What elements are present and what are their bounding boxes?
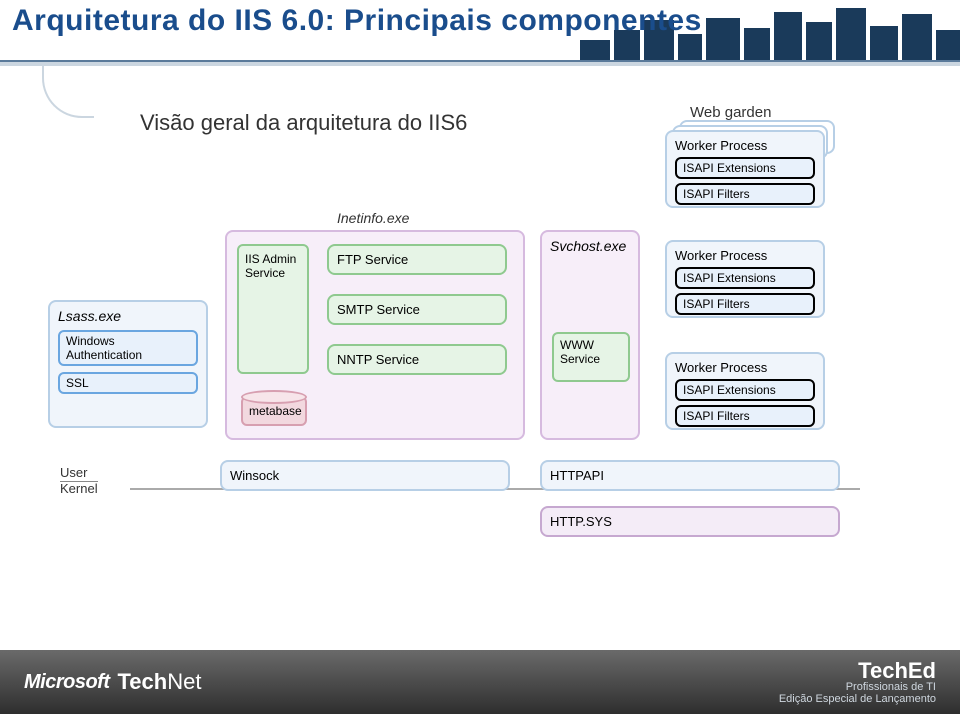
- web-garden-label: Web garden: [690, 104, 771, 121]
- httpsys-box: HTTP.SYS: [540, 506, 840, 537]
- technet-word: TechNet: [118, 669, 202, 695]
- worker-process-box: Worker Process ISAPI Extensions ISAPI Fi…: [665, 240, 835, 318]
- isapi-extensions: ISAPI Extensions: [675, 267, 815, 289]
- page-title: Arquitetura do IIS 6.0: Principais compo…: [12, 4, 702, 38]
- microsoft-technet-logo: Microsoft TechNet: [24, 669, 201, 695]
- inetinfo-label: Inetinfo.exe: [337, 210, 409, 226]
- metabase-label: metabase: [249, 404, 302, 418]
- isapi-filters: ISAPI Filters: [675, 183, 815, 205]
- ftp-service: FTP Service: [327, 244, 507, 275]
- isapi-extensions: ISAPI Extensions: [675, 379, 815, 401]
- teched-line2: Edição Especial de Lançamento: [779, 694, 936, 706]
- header: Arquitetura do IIS 6.0: Principais compo…: [0, 0, 960, 80]
- winsock-box: Winsock: [220, 460, 510, 491]
- windows-authentication: Windows Authentication: [58, 330, 198, 366]
- svchost-label: Svchost.exe: [550, 238, 630, 254]
- worker-process-box: Worker Process ISAPI Extensions ISAPI Fi…: [665, 240, 825, 318]
- isapi-filters: ISAPI Filters: [675, 405, 815, 427]
- worker-process-box: Worker Process ISAPI Extensions ISAPI Fi…: [665, 130, 825, 208]
- mode-labels: User Kernel: [60, 466, 98, 497]
- inetinfo-box: Inetinfo.exe IIS Admin Service FTP Servi…: [225, 230, 525, 440]
- worker-process-stack: Worker Process ISAPI Extensions ISAPI Fi…: [665, 130, 835, 208]
- kernel-mode-label: Kernel: [60, 482, 98, 496]
- footer: Microsoft TechNet TechEd Profissionais d…: [0, 650, 960, 714]
- lsass-label: Lsass.exe: [58, 308, 198, 324]
- worker-process-title: Worker Process: [675, 360, 815, 375]
- subtitle: Visão geral da arquitetura do IIS6: [140, 110, 467, 136]
- teched-brand: TechEd: [779, 659, 936, 682]
- user-mode-label: User: [60, 466, 98, 482]
- diagram-canvas: Visão geral da arquitetura do IIS6 Web g…: [0, 130, 960, 600]
- svchost-box: Svchost.exe WWW Service: [540, 230, 640, 440]
- httpapi-box: HTTPAPI: [540, 460, 840, 491]
- isapi-filters: ISAPI Filters: [675, 293, 815, 315]
- nntp-service: NNTP Service: [327, 344, 507, 375]
- smtp-service: SMTP Service: [327, 294, 507, 325]
- isapi-extensions: ISAPI Extensions: [675, 157, 815, 179]
- teched-line1: Profissionais de TI: [779, 682, 936, 694]
- worker-process-title: Worker Process: [675, 248, 815, 263]
- worker-process-title: Worker Process: [675, 138, 815, 153]
- title-hook: [42, 66, 94, 118]
- worker-process-box: Worker Process ISAPI Extensions ISAPI Fi…: [665, 352, 825, 430]
- worker-process-box: Worker Process ISAPI Extensions ISAPI Fi…: [665, 352, 835, 430]
- ssl-box: SSL: [58, 372, 198, 394]
- lsass-box: Lsass.exe Windows Authentication SSL: [48, 300, 208, 428]
- microsoft-word: Microsoft: [24, 671, 110, 694]
- teched-badge: TechEd Profissionais de TI Edição Especi…: [779, 659, 936, 705]
- www-service: WWW Service: [552, 332, 630, 382]
- iis-admin-service: IIS Admin Service: [237, 244, 309, 374]
